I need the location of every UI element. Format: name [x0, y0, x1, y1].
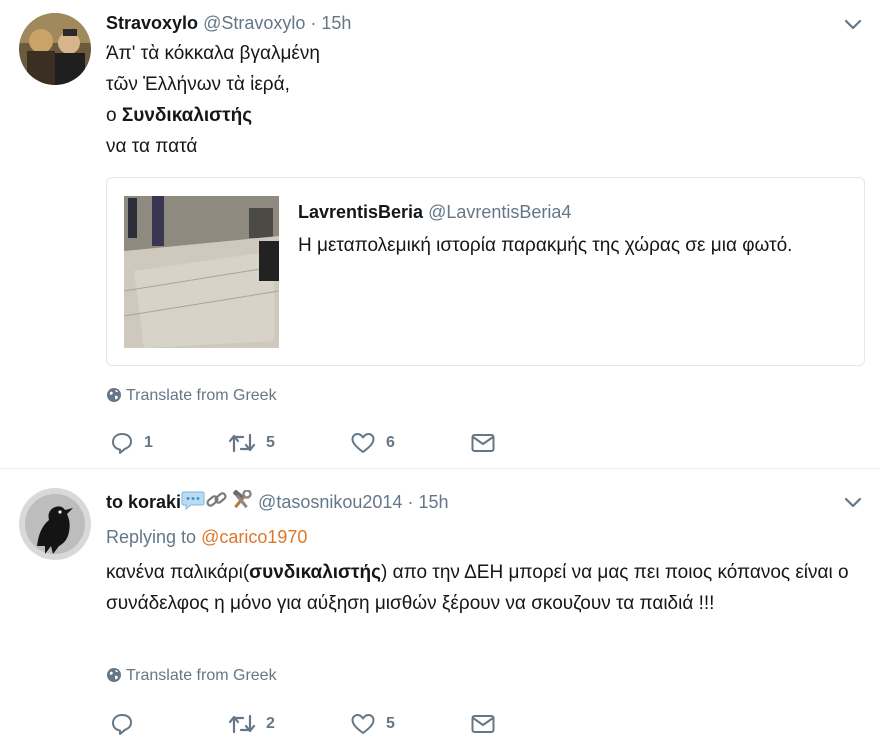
translate-label: Translate from Greek — [126, 667, 277, 684]
translate-link[interactable]: Translate from Greek — [106, 386, 277, 406]
quoted-tweet-image[interactable] — [124, 196, 279, 348]
tweet-actions: 1 5 6 — [106, 428, 526, 458]
quoted-user-handle[interactable]: @LavrentisBeria4 — [428, 202, 571, 222]
tweet-text: Άπ' τὰ κόκκαλα βγαλμένη τῶν Ἑλλήνων τὰ ἱ… — [106, 38, 320, 162]
chevron-down-icon[interactable] — [842, 13, 864, 35]
translate-label: Translate from Greek — [126, 387, 277, 404]
replying-to-user-link[interactable]: @carico1970 — [201, 527, 307, 547]
retweet-icon — [228, 433, 256, 453]
retweet-icon — [228, 714, 256, 734]
separator-dot: · — [310, 13, 317, 33]
retweet-button[interactable]: 2 — [228, 709, 275, 739]
tweet-text: κανένα παλικάρι(συνδικαλιστής) απο την Δ… — [106, 557, 866, 619]
direct-message-button[interactable] — [470, 428, 496, 458]
retweet-count: 2 — [266, 715, 275, 732]
like-button[interactable]: 5 — [350, 709, 395, 739]
mail-icon — [471, 434, 495, 452]
link-emoji — [205, 490, 229, 516]
avatar[interactable] — [19, 488, 91, 560]
quoted-tweet[interactable]: LavrentisBeria @LavrentisBeria4 Η μεταπο… — [106, 177, 865, 366]
direct-message-button[interactable] — [470, 709, 496, 739]
tweet-line: ο Συνδικαλιστής — [106, 100, 320, 131]
tweet[interactable]: to koraki @tasosnikou2014 · 15h Replying… — [0, 468, 880, 750]
like-count: 5 — [386, 715, 395, 732]
replying-to-label: Replying to — [106, 527, 202, 547]
tweet-header: Stravoxylo @Stravoxylo · 15h — [106, 11, 351, 35]
translate-link[interactable]: Translate from Greek — [106, 666, 277, 686]
user-handle[interactable]: @Stravoxylo — [203, 13, 305, 33]
replying-to: Replying to @carico1970 — [106, 525, 307, 549]
tweet-line: Άπ' τὰ κόκκαλα βγαλμένη — [106, 43, 320, 64]
bold-word: συνδικαλιστής — [249, 562, 382, 583]
bold-word: Συνδικαλιστής — [121, 105, 253, 126]
reply-icon — [112, 433, 132, 454]
reply-count: 1 — [144, 434, 153, 451]
quoted-display-name[interactable]: LavrentisBeria — [298, 202, 423, 222]
tweet[interactable]: Stravoxylo @Stravoxylo · 15h Άπ' τὰ κόκκ… — [0, 0, 880, 468]
timestamp[interactable]: 15h — [418, 492, 448, 512]
display-name[interactable]: to koraki — [106, 492, 181, 512]
quoted-tweet-header: LavrentisBeria @LavrentisBeria4 — [298, 200, 571, 224]
like-count: 6 — [386, 434, 395, 451]
tweet-actions: 2 5 — [106, 709, 526, 739]
display-name[interactable]: Stravoxylo — [106, 13, 198, 33]
reply-icon — [112, 714, 132, 735]
chevron-down-icon[interactable] — [842, 491, 864, 513]
tweet-line: τῶν Ἑλλήνων τὰ ἱερά, — [106, 74, 290, 95]
avatar[interactable] — [19, 13, 91, 85]
like-button[interactable]: 6 — [350, 428, 395, 458]
user-handle[interactable]: @tasosnikou2014 — [258, 492, 402, 512]
tweet-text-pre: κανένα παλικάρι( — [106, 562, 250, 583]
mail-icon — [471, 715, 495, 733]
retweet-button[interactable]: 5 — [228, 428, 275, 458]
globe-icon — [107, 388, 121, 402]
retweet-count: 5 — [266, 434, 275, 451]
speech-bubble-emoji — [181, 490, 205, 516]
heart-icon — [351, 433, 375, 453]
reply-button[interactable]: 1 — [110, 428, 153, 458]
tweet-line-prefix: ο — [106, 105, 122, 126]
hammer-wrench-emoji — [229, 489, 253, 516]
tweet-header: to koraki @tasosnikou2014 · 15h — [106, 489, 449, 516]
tweet-line: να τα πατά — [106, 136, 198, 157]
heart-icon — [351, 714, 375, 734]
separator-dot: · — [407, 492, 414, 512]
timestamp[interactable]: 15h — [321, 13, 351, 33]
globe-icon — [107, 668, 121, 682]
reply-button[interactable] — [110, 709, 144, 739]
quoted-tweet-text: Η μεταπολεμική ιστορία παρακμής της χώρα… — [298, 235, 793, 256]
